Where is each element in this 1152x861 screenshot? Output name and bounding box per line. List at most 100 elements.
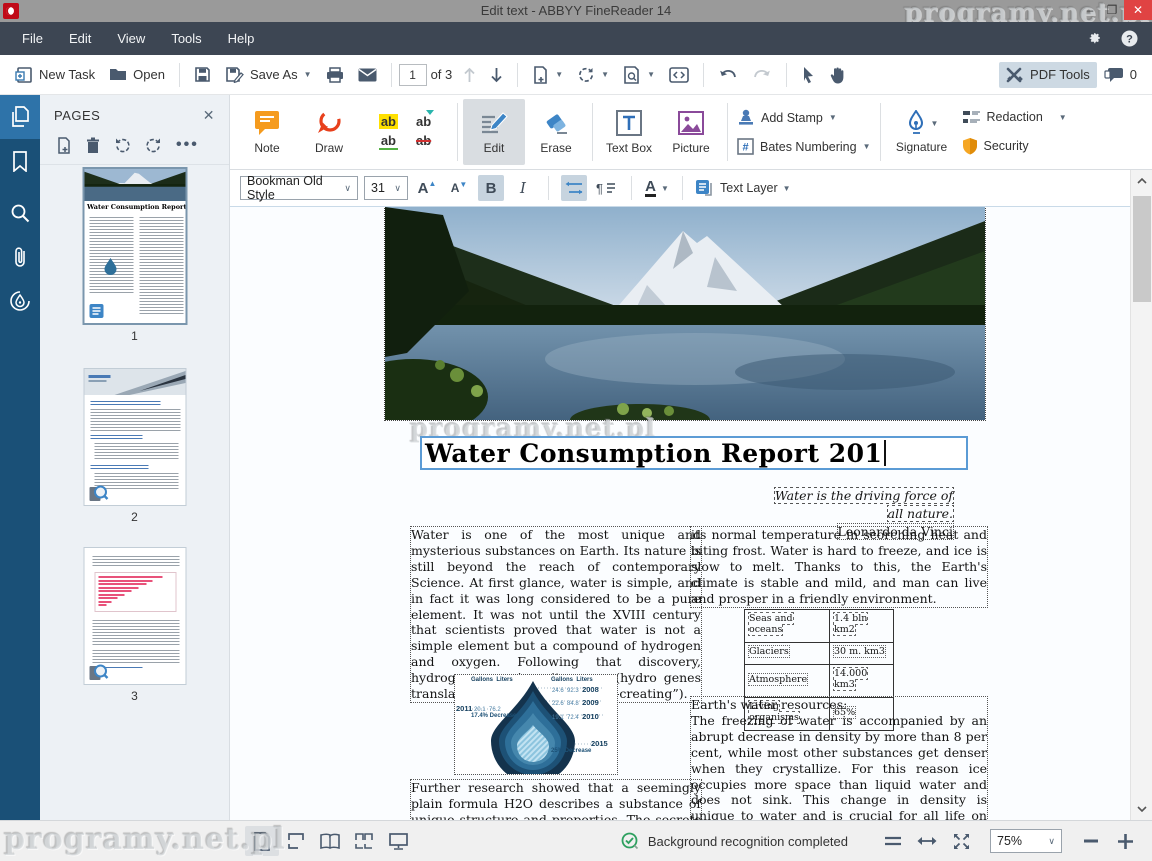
help-icon[interactable]: ? [1121,30,1138,47]
panel-more-icon[interactable]: ••• [176,136,199,154]
pdf-tools-button[interactable]: PDF Tools [999,61,1097,88]
preview-button[interactable]: ▼ [616,62,662,88]
panel-rotate-left-icon[interactable] [114,137,131,154]
panel-delete-icon[interactable] [86,137,100,154]
strikethrough-text-button[interactable]: ab [414,133,433,150]
sidebar-tab-digital-signatures[interactable] [0,279,40,323]
text-box-button[interactable]: Text Box [598,99,660,165]
scrollbar-thumb[interactable] [1133,196,1151,302]
redaction-button[interactable]: Redaction ▼ [958,106,1071,128]
font-size-select[interactable]: 31 ∨ [364,176,408,200]
panel-add-page-icon[interactable] [56,136,72,154]
comments-button[interactable]: 0 [1097,63,1144,87]
rotate-button[interactable]: ▼ [570,62,616,88]
fullscreen-view-button[interactable] [381,826,415,856]
water-drop-infographic[interactable]: Gallons Liters Gallons Liters 24.6 92.3 … [454,674,618,775]
document-title-editor[interactable]: Water Consumption Report 201 [420,436,968,470]
paragraph-right-2[interactable]: Earth's water resources: The freezing of… [690,695,988,820]
sidebar-tab-search[interactable] [0,191,40,235]
edit-button[interactable]: Edit [463,99,525,165]
menu-view[interactable]: View [105,25,157,52]
scroll-up-icon[interactable] [1131,170,1152,192]
sidebar-tab-bookmarks[interactable] [0,139,40,183]
open-folder-icon [109,67,127,82]
page-number-input[interactable] [398,63,427,86]
menu-edit[interactable]: Edit [57,25,103,52]
italic-button[interactable]: I [510,175,536,201]
bold-button[interactable]: B [478,175,504,201]
add-stamp-button[interactable]: Add Stamp ▼ [733,106,875,129]
add-pages-button[interactable]: ▼ [525,62,570,88]
sidebar-tab-pages[interactable] [0,95,40,139]
save-as-label: Save As [249,67,298,82]
settings-gear-icon[interactable] [1087,31,1103,47]
page-thumbnail-2[interactable] [83,368,186,506]
table-row[interactable]: Glaciers 30 m. km3 [744,642,894,665]
underline-text-button[interactable]: ab [378,133,398,150]
redo-icon [752,68,772,82]
table-row[interactable]: Seas and oceans 1.4 bln km2 [744,609,894,643]
compare-documents-button[interactable] [662,63,696,87]
fit-lines-button[interactable] [876,826,910,856]
picture-button[interactable]: Picture [660,99,722,165]
security-button[interactable]: Security [958,134,1071,158]
single-page-view-button[interactable] [245,826,279,856]
increase-font-button[interactable]: A ▲ [414,175,440,201]
insert-text-button[interactable]: ab [414,110,435,129]
save-button[interactable] [187,62,218,87]
sidebar-tab-attachments[interactable] [0,235,40,279]
thumbnail-text-lines [94,443,178,461]
menu-tools[interactable]: Tools [159,25,213,52]
decrease-font-button[interactable]: A ▼ [446,175,472,201]
recognized-status-icon [89,664,108,680]
fit-width-button[interactable] [910,826,944,856]
maximize-button[interactable]: ❐ [1102,0,1122,20]
erase-button[interactable]: Erase [525,99,587,165]
hand-tool-button[interactable] [822,62,853,88]
email-button[interactable] [351,64,384,86]
thumbnail-text-lines [139,217,183,315]
close-button[interactable]: ✕ [1124,0,1152,20]
select-tool-button[interactable] [794,62,822,88]
close-panel-icon[interactable]: ✕ [203,107,215,124]
menu-help[interactable]: Help [216,25,267,52]
paragraph-right-1[interactable]: its normal temperature in scorching heat… [690,526,988,608]
paragraph-left-2[interactable]: Further research showed that a seemingly… [410,779,702,820]
two-page-view-button[interactable] [313,826,347,856]
next-page-button[interactable] [483,63,510,87]
draw-button[interactable]: Draw [298,99,360,165]
open-button[interactable]: Open [102,63,172,86]
document-photo[interactable] [384,207,986,421]
print-button[interactable] [319,63,351,87]
draw-label: Draw [314,141,343,155]
zoom-in-button[interactable] [1108,826,1142,856]
minimize-button[interactable]: – [1080,0,1100,20]
vertical-scrollbar[interactable] [1130,170,1152,820]
font-family-select[interactable]: Bookman Old Style ∨ [240,174,358,202]
paragraph-settings-button[interactable]: ¶ [593,175,619,201]
page-thumbnail-3[interactable] [83,547,186,685]
bates-numbering-button[interactable]: # Bates Numbering ▼ [733,135,875,158]
two-page-continuous-button[interactable] [347,826,381,856]
highlight-text-button[interactable]: ab [378,114,398,129]
page-number-2: 2 [131,510,138,524]
signature-button[interactable]: ▼ Signature [886,99,958,165]
save-as-button[interactable]: Save As ▼ [218,62,319,87]
continuous-view-button[interactable] [279,826,313,856]
table-row[interactable]: Atmosphere 14.000 km3 [744,664,894,698]
zoom-level-select[interactable]: 75% ∨ [990,829,1062,853]
note-button[interactable]: Note [236,99,298,165]
zoom-out-button[interactable] [1074,826,1108,856]
previous-page-button[interactable] [456,63,483,87]
new-task-button[interactable]: New Task [8,62,102,88]
scroll-down-icon[interactable] [1131,798,1152,820]
panel-rotate-right-icon[interactable] [145,137,162,154]
redo-button[interactable] [745,64,779,86]
page-thumbnail-1[interactable]: Water Consumption Report 201 [82,167,187,325]
font-color-button[interactable]: A ▼ [644,175,670,201]
line-spacing-button[interactable] [561,175,587,201]
menu-file[interactable]: File [10,25,55,52]
text-layer-button[interactable]: Text Layer ▼ [695,179,791,197]
fit-page-button[interactable] [944,826,978,856]
undo-button[interactable] [711,64,745,86]
